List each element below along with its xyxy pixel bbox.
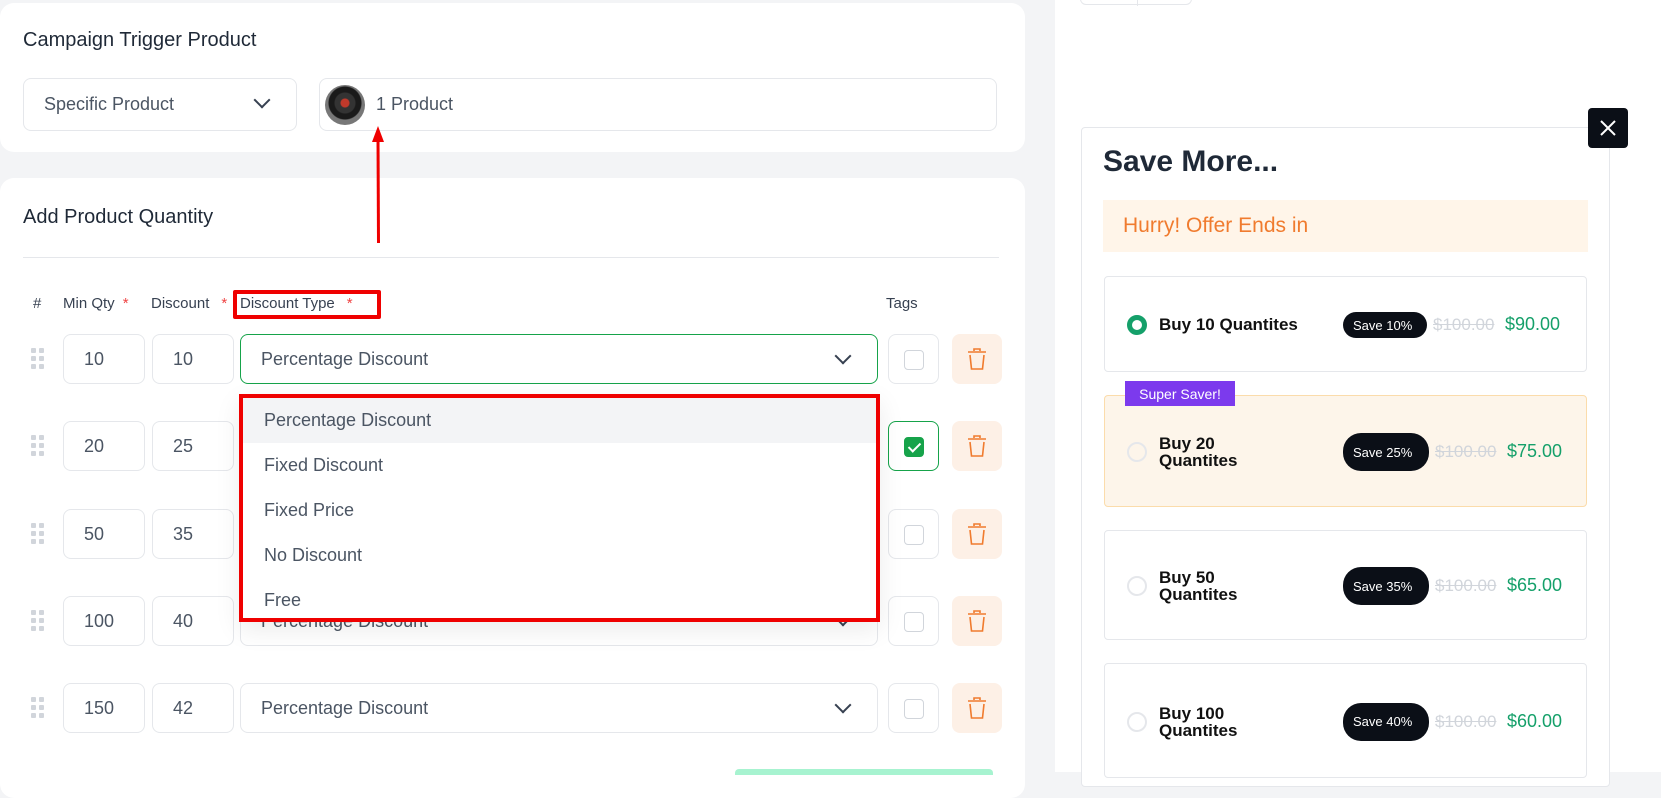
chevron-down-icon <box>834 696 852 714</box>
original-price: $100.00 <box>1433 315 1495 334</box>
column-header-index: # <box>33 295 42 312</box>
chevron-down-icon <box>253 91 271 109</box>
option-label: Buy 20 Quantites <box>1159 434 1238 470</box>
delete-row-button[interactable] <box>952 421 1002 471</box>
checkbox-icon <box>904 437 924 457</box>
discount-input[interactable]: 42 <box>152 683 234 733</box>
add-row-button[interactable] <box>735 769 993 775</box>
tag-checkbox[interactable] <box>888 683 939 733</box>
product-picker-field[interactable]: 1 Product <box>319 78 997 131</box>
radio-button[interactable] <box>1127 315 1147 335</box>
product-scope-select[interactable]: Specific Product <box>23 78 297 131</box>
save-badge: Save 40% <box>1343 702 1429 741</box>
quantity-option[interactable]: Buy 20 Quantites Save 25% $100.00 $75.00 <box>1104 395 1587 507</box>
dropdown-option-no-discount[interactable]: No Discount <box>243 533 876 578</box>
discounted-price: $65.00 <box>1507 575 1563 595</box>
discounted-price: $75.00 <box>1507 441 1563 461</box>
delete-row-button[interactable] <box>952 509 1002 559</box>
discount-type-select[interactable]: Percentage Discount <box>240 334 878 384</box>
discount-type-dropdown: Percentage Discount Fixed Discount Fixed… <box>239 394 880 622</box>
original-price: $100.00 <box>1435 442 1497 461</box>
discount-input[interactable]: 10 <box>152 334 234 384</box>
super-saver-badge: Super Saver! <box>1125 381 1235 406</box>
product-thumbnail <box>325 85 365 125</box>
radio-button[interactable] <box>1127 576 1147 596</box>
dropdown-option-fixed-price[interactable]: Fixed Price <box>243 488 876 533</box>
option-label: Buy 50 Quantites <box>1159 568 1238 604</box>
annotation-highlight-box <box>233 290 381 319</box>
min-qty-input[interactable]: 100 <box>63 596 145 646</box>
trash-icon <box>968 610 986 632</box>
checkbox-icon <box>904 612 924 632</box>
trash-icon <box>968 435 986 457</box>
quantity-option[interactable]: Buy 10 Quantites Save 10% $100.00 $90.00 <box>1104 276 1587 372</box>
preview-title: Save More... <box>1103 145 1279 178</box>
original-price: $100.00 <box>1435 711 1497 731</box>
original-price: $100.00 <box>1435 576 1497 595</box>
min-qty-input[interactable]: 10 <box>63 334 145 384</box>
tag-checkbox[interactable] <box>888 334 939 384</box>
discounted-price: $90.00 <box>1505 314 1561 334</box>
toggle-group[interactable] <box>1080 0 1192 6</box>
checkbox-icon <box>904 350 924 370</box>
save-badge: Save 35% <box>1343 567 1429 605</box>
discount-input[interactable]: 35 <box>152 509 234 559</box>
required-mark: * <box>122 295 129 312</box>
card-title: Campaign Trigger Product <box>23 29 257 51</box>
delete-row-button[interactable] <box>952 596 1002 646</box>
dropdown-option-percentage-discount[interactable]: Percentage Discount <box>243 398 876 443</box>
annotation-arrow <box>372 126 384 244</box>
drag-handle-icon[interactable] <box>31 697 44 718</box>
discounted-price: $60.00 <box>1507 710 1563 731</box>
dropdown-option-free[interactable]: Free <box>243 578 876 623</box>
drag-handle-icon[interactable] <box>31 523 44 544</box>
dropdown-option-fixed-discount[interactable]: Fixed Discount <box>243 443 876 488</box>
drag-handle-icon[interactable] <box>31 435 44 456</box>
product-count: 1 Product <box>376 94 454 114</box>
save-badge: Save 25% <box>1343 433 1429 471</box>
chevron-down-icon <box>834 347 852 365</box>
checkbox-icon <box>904 699 924 719</box>
min-qty-input[interactable]: 150 <box>63 683 145 733</box>
delete-row-button[interactable] <box>952 334 1002 384</box>
campaign-trigger-card: Campaign Trigger Product Specific Produc… <box>0 3 1025 152</box>
tag-checkbox[interactable] <box>888 509 939 559</box>
drag-handle-icon[interactable] <box>31 610 44 631</box>
close-icon <box>1600 120 1616 136</box>
select-value: Specific Product <box>44 94 175 114</box>
radio-button[interactable] <box>1127 711 1147 732</box>
divider <box>23 257 999 258</box>
trash-icon <box>968 523 986 545</box>
trash-icon <box>968 348 986 370</box>
countdown-banner: Hurry! Offer Ends in <box>1103 200 1588 252</box>
required-mark: * <box>221 295 228 312</box>
min-qty-input[interactable]: 20 <box>63 421 145 471</box>
column-header-min-qty: Min Qty * <box>63 295 129 312</box>
radio-button[interactable] <box>1127 442 1147 462</box>
save-badge: Save 10% <box>1343 312 1427 338</box>
column-header-discount: Discount * <box>151 295 228 312</box>
checkbox-icon <box>904 525 924 545</box>
trash-icon <box>968 697 986 719</box>
close-button[interactable] <box>1588 108 1628 148</box>
card-title: Add Product Quantity <box>23 206 214 228</box>
option-label: Buy 100 Quantites <box>1159 703 1238 740</box>
quantity-option[interactable]: Buy 100 Quantites Save 40% $100.00 $60.00 <box>1104 663 1587 778</box>
option-label: Buy 10 Quantites <box>1159 315 1298 334</box>
tag-checkbox[interactable] <box>888 596 939 646</box>
tag-checkbox[interactable] <box>888 421 939 471</box>
drag-handle-icon[interactable] <box>31 348 44 369</box>
discount-input[interactable]: 40 <box>152 596 234 646</box>
delete-row-button[interactable] <box>952 683 1002 733</box>
column-header-tags: Tags <box>886 295 918 312</box>
quantity-option[interactable]: Buy 50 Quantites Save 35% $100.00 $65.00 <box>1104 530 1587 640</box>
discount-type-select[interactable]: Percentage Discount <box>240 683 878 733</box>
discount-input[interactable]: 25 <box>152 421 234 471</box>
min-qty-input[interactable]: 50 <box>63 509 145 559</box>
